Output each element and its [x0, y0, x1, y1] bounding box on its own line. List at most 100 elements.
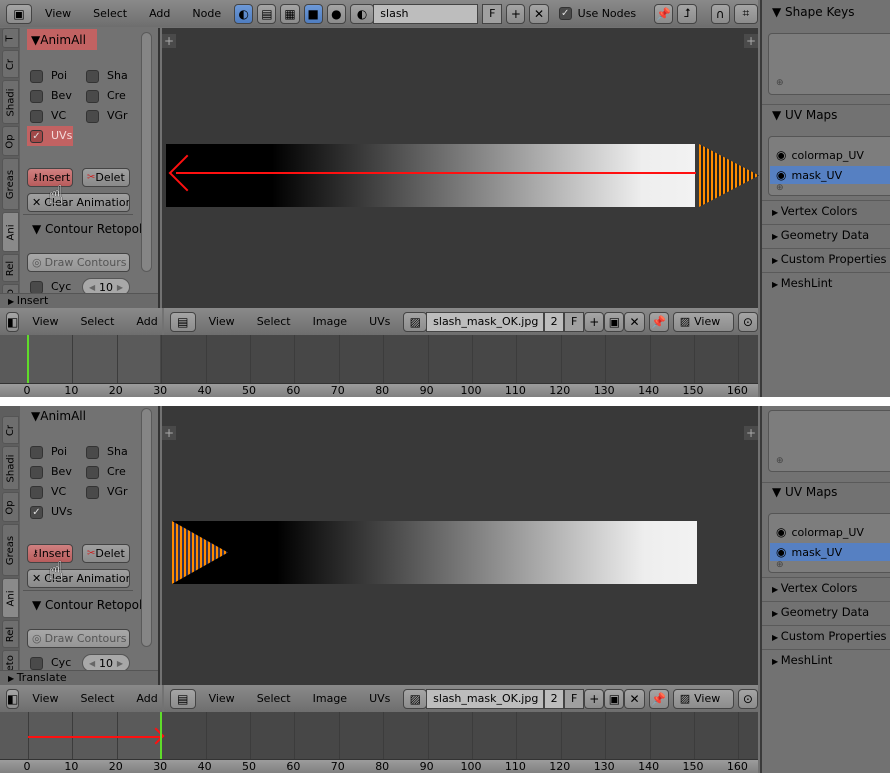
editor-type-button[interactable]: ◧: [6, 311, 20, 332]
tab-ani[interactable]: Ani: [2, 578, 19, 618]
checkbox-bev[interactable]: [30, 466, 43, 479]
viewport-add-icon[interactable]: +: [162, 426, 176, 440]
decrement-icon[interactable]: ◀: [89, 283, 95, 292]
tab-cr[interactable]: Cr: [2, 416, 19, 444]
uv-map-item[interactable]: ◉ colormap_UV: [770, 146, 890, 164]
delete-keyframe-button[interactable]: ✂ Delet: [82, 168, 130, 187]
menu-select[interactable]: Select: [248, 692, 300, 705]
pivot-icon[interactable]: ⊙: [737, 311, 758, 332]
checkbox-cre[interactable]: [86, 466, 99, 479]
new-image-icon[interactable]: +: [584, 688, 605, 709]
menu-uvs[interactable]: UVs: [360, 692, 399, 705]
unlink-icon[interactable]: ✕: [624, 311, 645, 332]
menu-add[interactable]: Add: [127, 692, 162, 705]
operator-panel-header[interactable]: ▶ Translate: [0, 670, 158, 685]
add-icon[interactable]: +: [506, 3, 526, 24]
tool-scrollbar[interactable]: [141, 408, 152, 647]
contour-panel-header[interactable]: ▼ Contour Retopolg: [32, 222, 150, 236]
open-image-icon[interactable]: ▣: [604, 311, 625, 332]
image-name-field[interactable]: slash_mask_OK.jpg: [426, 688, 545, 709]
operator-panel-header[interactable]: ▶ Insert: [0, 293, 158, 308]
editor-type-button[interactable]: ▤: [170, 688, 196, 709]
pin-icon[interactable]: 📌: [648, 311, 669, 332]
draw-contours-button[interactable]: ◎ Draw Contours: [27, 253, 130, 272]
world-icon[interactable]: ●: [326, 3, 346, 24]
add-item-icon[interactable]: ⊕: [776, 78, 784, 88]
contour-panel-header[interactable]: ▼ Contour Retopolg: [32, 598, 150, 612]
menu-view[interactable]: View: [200, 315, 244, 328]
material-shader-icon[interactable]: ◐: [234, 3, 254, 24]
viewport-add-icon[interactable]: +: [162, 34, 176, 48]
tab-shadi[interactable]: Shadi: [2, 80, 19, 124]
menu-view[interactable]: View: [200, 692, 244, 705]
section-meshlint[interactable]: ▶ MeshLint: [772, 276, 832, 290]
checkbox-uvs[interactable]: ✓: [30, 506, 43, 519]
menu-image[interactable]: Image: [304, 315, 356, 328]
menu-image[interactable]: Image: [304, 692, 356, 705]
close-icon[interactable]: ✕: [529, 3, 549, 24]
checkbox-cyc[interactable]: [30, 657, 43, 670]
uv-maps-header[interactable]: ▼ UV Maps: [772, 485, 837, 499]
open-image-icon[interactable]: ▣: [604, 688, 625, 709]
uv-image-viewport[interactable]: + +: [162, 28, 759, 308]
tab-ani[interactable]: Ani: [2, 212, 19, 252]
animall-panel-header[interactable]: ▼ AnimAll: [27, 29, 97, 50]
image-name-field[interactable]: slash_mask_OK.jpg: [426, 311, 545, 332]
view-mode-dropdown[interactable]: ▨ View: [672, 688, 734, 709]
editor-type-button[interactable]: ◧: [6, 688, 20, 709]
uv-map-item[interactable]: ◉ mask_UV: [770, 166, 890, 184]
checkbox-icon[interactable]: ✓: [558, 7, 572, 20]
tab-shadi[interactable]: Shadi: [2, 446, 19, 490]
checkbox-vgr[interactable]: [86, 110, 99, 123]
delete-keyframe-button[interactable]: ✂ Delet: [82, 544, 130, 563]
texture-icon[interactable]: ▤: [257, 3, 277, 24]
menu-view[interactable]: View: [23, 692, 67, 705]
uv-maps-header[interactable]: ▼ UV Maps: [772, 108, 837, 122]
snap-icon[interactable]: ∩: [710, 3, 730, 24]
parent-node-icon[interactable]: ⮥: [677, 3, 697, 24]
uv-image-viewport[interactable]: + +: [162, 406, 758, 685]
viewport-add-icon[interactable]: +: [744, 34, 758, 48]
new-image-icon[interactable]: +: [584, 311, 605, 332]
pin-icon[interactable]: 📌: [654, 3, 674, 24]
viewport-add-icon[interactable]: +: [744, 426, 758, 440]
editor-type-button[interactable]: ▤: [170, 311, 196, 332]
fake-user-button[interactable]: F: [482, 3, 503, 24]
menu-view[interactable]: View: [36, 7, 80, 20]
checkbox-sha[interactable]: [86, 446, 99, 459]
add-item-icon[interactable]: ⊕: [776, 456, 784, 466]
tab-t[interactable]: T: [2, 28, 19, 48]
material-browse-icon[interactable]: ◐: [349, 3, 375, 24]
frame-ruler[interactable]: 0 10 20 30 40 50 60 70 80 90 100 110 120 130 140 150 160: [0, 383, 758, 397]
pin-icon[interactable]: 📌: [648, 688, 669, 709]
checkbox-uvs[interactable]: ✓: [30, 130, 43, 143]
uv-triangle-selected[interactable]: [699, 144, 759, 207]
section-geometry-data[interactable]: ▶ Geometry Data: [772, 228, 869, 242]
fake-user-button[interactable]: F: [564, 311, 585, 332]
unlink-icon[interactable]: ✕: [624, 688, 645, 709]
draw-contours-button[interactable]: ◎ Draw Contours: [27, 629, 130, 648]
menu-view[interactable]: View: [23, 315, 67, 328]
view-mode-dropdown[interactable]: ▨ View: [672, 311, 734, 332]
section-custom-properties[interactable]: ▶ Custom Properties: [772, 252, 887, 266]
section-meshlint[interactable]: ▶ MeshLint: [772, 653, 832, 667]
image-browse-icon[interactable]: ▨: [403, 311, 428, 332]
checkbox-cre[interactable]: [86, 90, 99, 103]
checker-icon[interactable]: ▦: [280, 3, 300, 24]
checkbox-bev[interactable]: [30, 90, 43, 103]
tool-scrollbar[interactable]: [141, 32, 152, 272]
current-frame-indicator[interactable]: [160, 712, 163, 759]
object-icon[interactable]: ■: [303, 3, 323, 24]
checkbox-vgr[interactable]: [86, 486, 99, 499]
animall-panel-header[interactable]: ▼ AnimAll: [27, 406, 97, 426]
menu-uvs[interactable]: UVs: [360, 315, 399, 328]
shape-keys-list[interactable]: [768, 410, 890, 472]
current-frame-indicator[interactable]: [27, 335, 29, 383]
checkbox-poi[interactable]: [30, 446, 43, 459]
editor-type-button[interactable]: ▣: [6, 3, 33, 24]
increment-icon[interactable]: ▶: [117, 283, 123, 292]
shape-keys-list[interactable]: [768, 33, 890, 95]
tab-cr[interactable]: Cr: [2, 50, 19, 78]
shape-keys-header[interactable]: ▼ Shape Keys: [772, 5, 854, 19]
menu-select[interactable]: Select: [84, 7, 136, 20]
